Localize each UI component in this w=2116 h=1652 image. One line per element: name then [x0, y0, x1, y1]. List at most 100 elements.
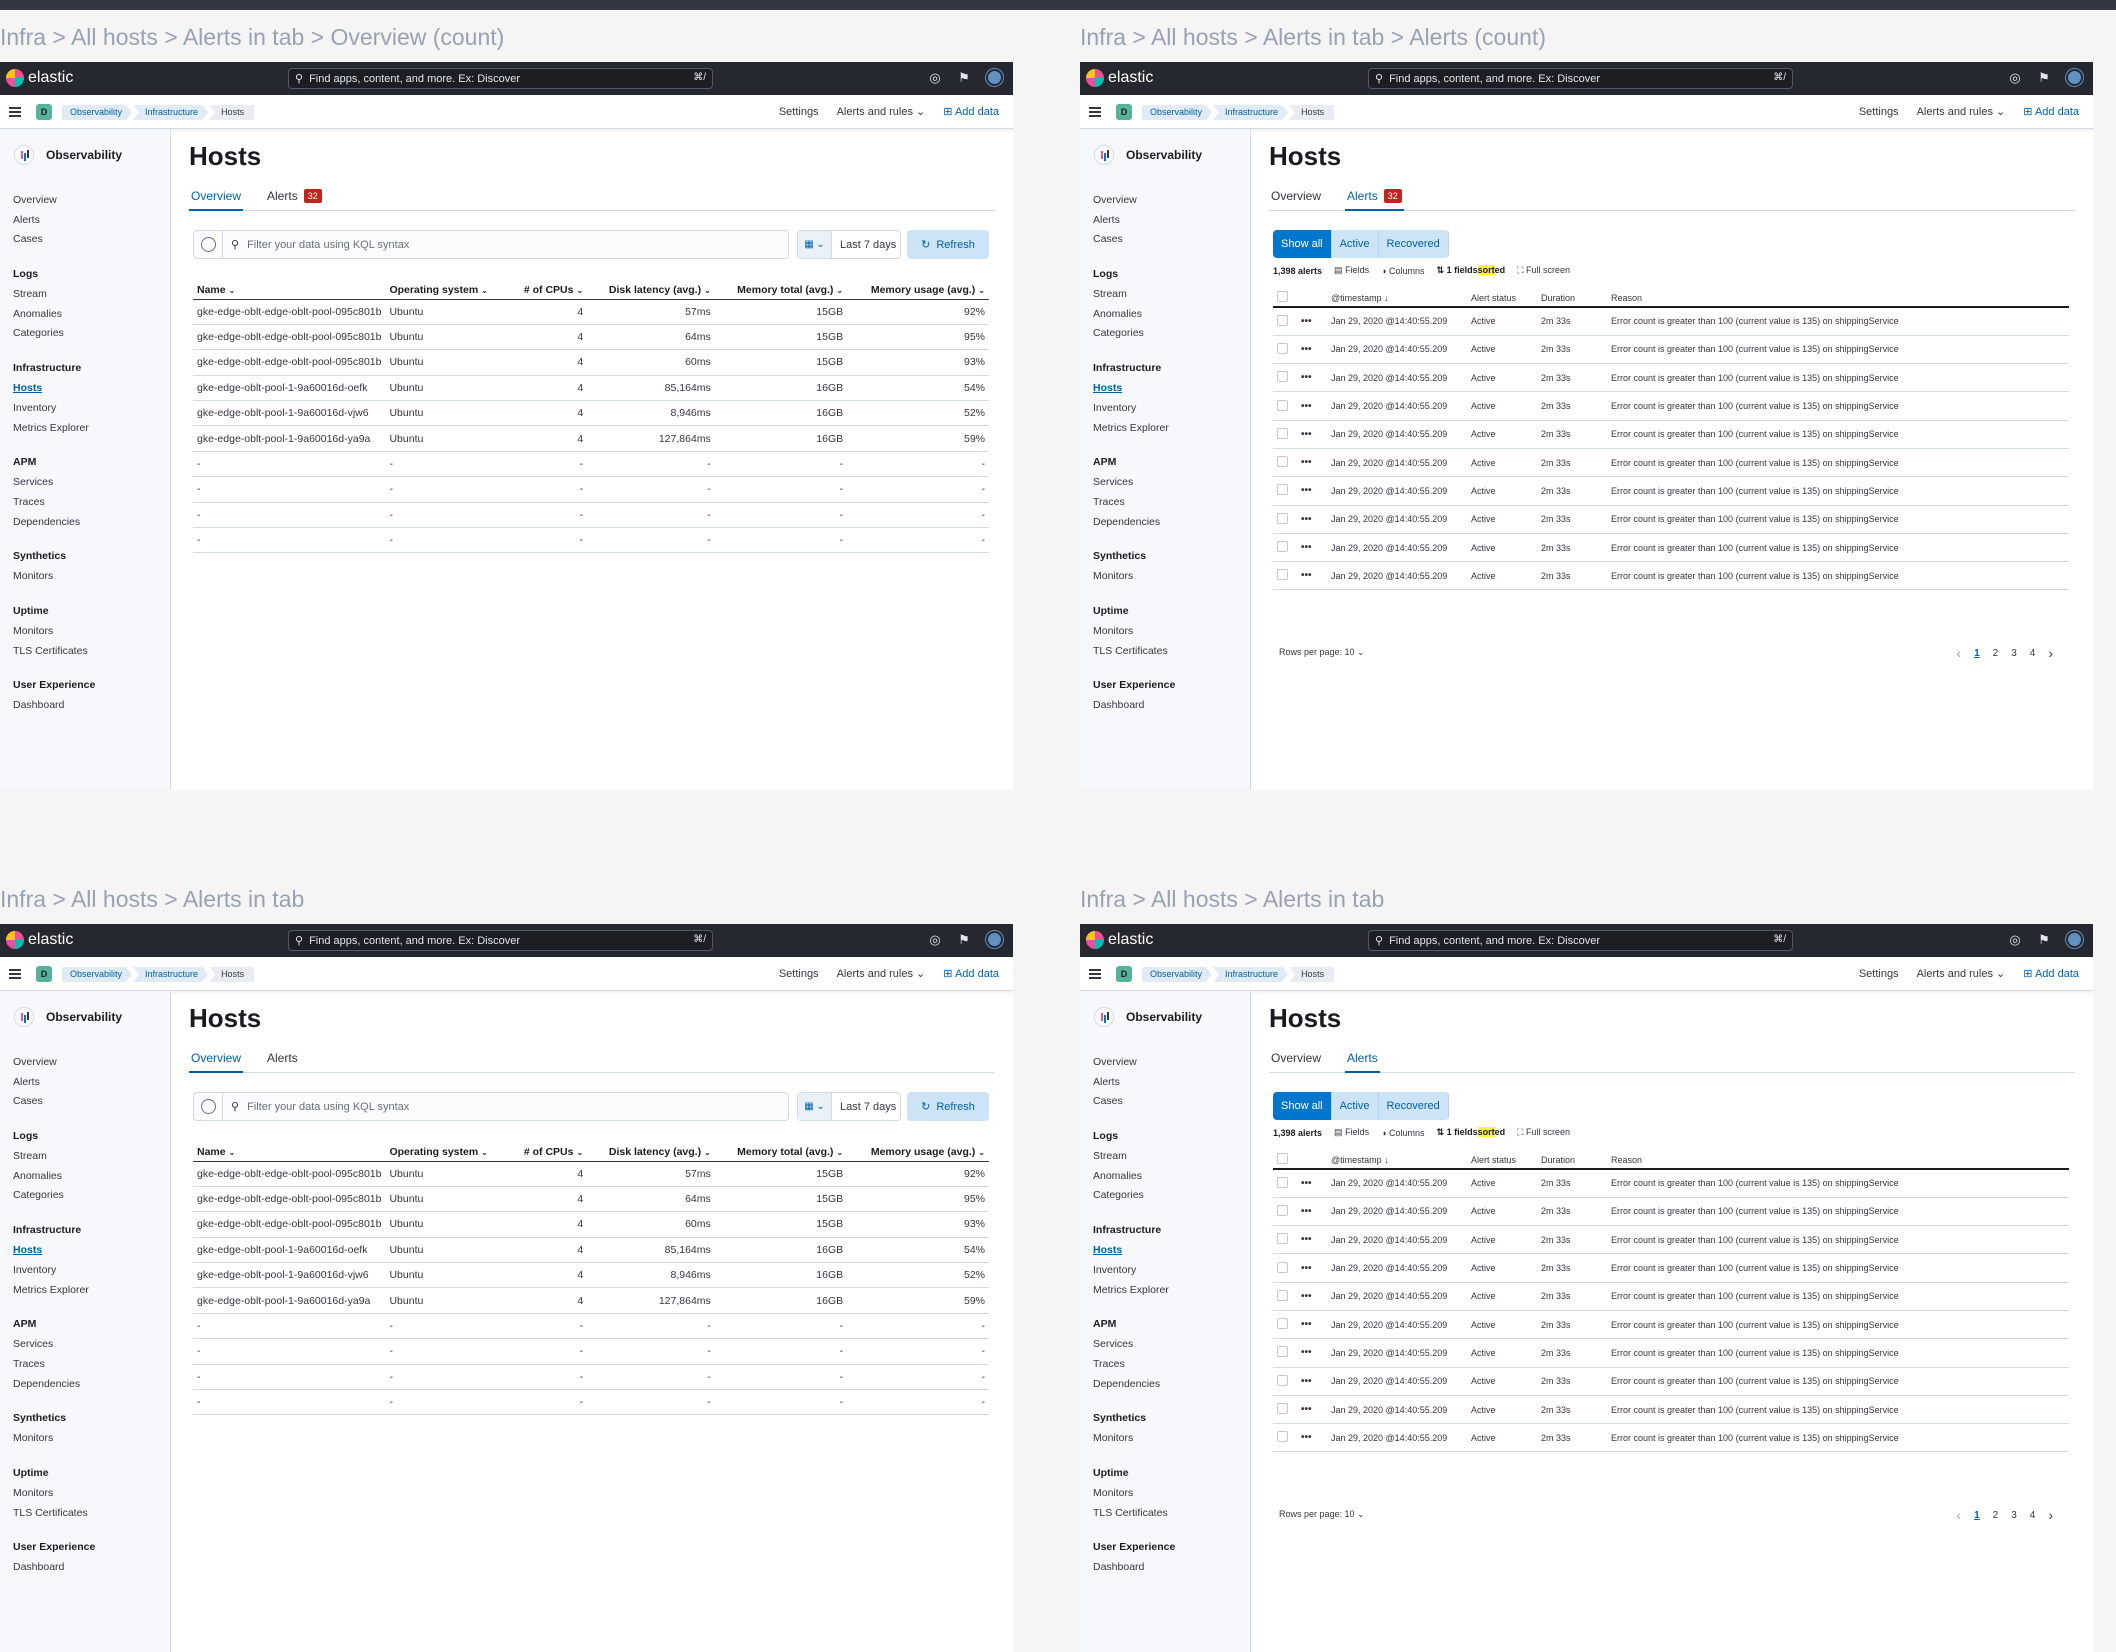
more-actions-icon[interactable]: •••	[1301, 1347, 1312, 1358]
filter-recovered-button[interactable]: Recovered	[1378, 230, 1449, 258]
sidebar-item[interactable]: Dependencies	[13, 513, 95, 533]
alert-reason-link[interactable]: Error count is greater than 100 (current…	[1607, 1282, 2069, 1311]
alert-reason-link[interactable]: Error count is greater than 100 (current…	[1607, 1253, 2069, 1283]
row-checkbox[interactable]	[1277, 1261, 1288, 1273]
filter-show-all-button[interactable]: Show all	[1273, 230, 1332, 258]
alert-reason-link[interactable]: Error count is greater than 100 (current…	[1607, 476, 2069, 506]
alert-reason-link[interactable]: Error count is greater than 100 (current…	[1607, 307, 2069, 336]
table-row[interactable]: gke-edge-oblt-pool-1-9a60016d-oefk Ubuntu…	[193, 1237, 989, 1264]
sidebar-item[interactable]: TLS Certificates	[1093, 642, 1175, 662]
column-header[interactable]: Memory total (avg.) ⌄	[714, 281, 848, 300]
alert-reason-link[interactable]: Error count is greater than 100 (current…	[1607, 1338, 2069, 1368]
sidebar-item[interactable]: TLS Certificates	[13, 642, 95, 662]
sort-button[interactable]: ⇅ 1 fieldssorted	[1437, 265, 1505, 276]
sidebar-item[interactable]: Inventory	[1093, 399, 1175, 419]
help-icon[interactable]: ◎	[2008, 70, 2022, 85]
table-row[interactable]: gke-edge-oblt-edge-oblt-pool-095c801b Ubu…	[193, 349, 989, 376]
page-link[interactable]: 3	[2011, 1510, 2017, 1521]
add-data-link[interactable]: ⊞ Add data	[2023, 967, 2079, 980]
sidebar-item[interactable]: Inventory	[13, 1261, 95, 1281]
more-actions-icon[interactable]: •••	[1301, 429, 1312, 440]
alert-reason-link[interactable]: Error count is greater than 100 (current…	[1607, 505, 2069, 534]
tab-overview[interactable]: Overview	[189, 181, 244, 211]
column-header[interactable]: Duration	[1537, 1151, 1607, 1170]
tab-overview[interactable]: Overview	[1269, 1043, 1323, 1073]
alert-reason-link[interactable]: Error count is greater than 100 (current…	[1607, 448, 2069, 478]
sidebar-item[interactable]: Overview	[1093, 1053, 1175, 1073]
breadcrumb-item[interactable]: Observability	[1142, 105, 1212, 120]
table-row[interactable]: ------	[193, 1389, 989, 1416]
sidebar-item[interactable]: Anomalies	[1093, 1167, 1175, 1187]
tab-alerts[interactable]: Alerts	[265, 1043, 300, 1073]
sidebar-item[interactable]: Stream	[1093, 285, 1175, 305]
global-search-input[interactable]: ⚲ Find apps, content, and more. Ex: Disco…	[288, 930, 713, 951]
more-actions-icon[interactable]: •••	[1301, 1432, 1312, 1443]
column-header[interactable]: Duration	[1537, 289, 1607, 308]
sidebar-item[interactable]: Inventory	[1093, 1261, 1175, 1281]
table-row[interactable]: ------	[193, 1313, 989, 1340]
table-row[interactable]: ------	[193, 502, 989, 529]
sidebar-item[interactable]: Overview	[1093, 191, 1175, 211]
column-header[interactable]: Operating system ⌄	[385, 281, 510, 300]
page-link[interactable]: 4	[2030, 1510, 2036, 1521]
add-data-link[interactable]: ⊞ Add data	[943, 105, 999, 118]
row-checkbox[interactable]	[1277, 1204, 1288, 1216]
sidebar-item[interactable]: Services	[13, 1335, 95, 1355]
sidebar-item[interactable]: Hosts	[13, 1241, 95, 1261]
page-link[interactable]: 3	[2011, 648, 2017, 659]
row-checkbox[interactable]	[1277, 1233, 1288, 1245]
alert-reason-link[interactable]: Error count is greater than 100 (current…	[1607, 1197, 2069, 1227]
columns-button[interactable]: ◑ Columns	[1381, 1128, 1424, 1138]
breadcrumb-item[interactable]: Infrastructure	[1213, 105, 1288, 120]
tab-overview[interactable]: Overview	[1269, 181, 1323, 211]
row-checkbox[interactable]	[1277, 484, 1288, 496]
table-row[interactable]: ------	[193, 1364, 989, 1391]
elastic-logo[interactable]: elastic	[6, 931, 73, 949]
sidebar-item[interactable]: Traces	[1093, 1355, 1175, 1375]
breadcrumb-item[interactable]: Observability	[62, 105, 132, 120]
row-checkbox[interactable]	[1277, 399, 1288, 411]
previous-page-icon[interactable]: ‹	[1956, 645, 1961, 661]
row-checkbox[interactable]	[1277, 371, 1288, 383]
sidebar-item[interactable]: Cases	[13, 230, 95, 250]
breadcrumb-item[interactable]: Observability	[62, 967, 132, 982]
menu-toggle-icon[interactable]	[1089, 969, 1101, 979]
sidebar-item[interactable]: Monitors	[1093, 622, 1175, 642]
table-row[interactable]: gke-edge-oblt-pool-1-9a60016d-ya9a Ubuntu…	[193, 425, 989, 452]
sidebar-item[interactable]: Dependencies	[1093, 513, 1175, 533]
refresh-button[interactable]: ↻ Refresh	[907, 230, 989, 259]
sidebar-item[interactable]: Dashboard	[1093, 696, 1175, 716]
sidebar-item[interactable]: Cases	[1093, 230, 1175, 250]
newsfeed-icon[interactable]: ⚑	[957, 932, 971, 947]
table-row[interactable]: ------	[193, 1338, 989, 1365]
sidebar-item[interactable]: Metrics Explorer	[1093, 419, 1175, 439]
sidebar-item[interactable]: Alerts	[13, 1073, 95, 1093]
sidebar-item[interactable]: Traces	[13, 493, 95, 513]
sidebar-item[interactable]: Anomalies	[1093, 305, 1175, 325]
next-page-icon[interactable]: ›	[2048, 1507, 2053, 1523]
alert-reason-link[interactable]: Error count is greater than 100 (current…	[1607, 533, 2069, 563]
elastic-logo[interactable]: elastic	[1086, 69, 1153, 87]
menu-toggle-icon[interactable]	[9, 969, 21, 979]
settings-link[interactable]: Settings	[779, 106, 819, 118]
filter-recovered-button[interactable]: Recovered	[1378, 1092, 1449, 1120]
user-avatar[interactable]	[986, 931, 1003, 948]
elastic-logo[interactable]: elastic	[1086, 931, 1153, 949]
alert-reason-link[interactable]: Error count is greater than 100 (current…	[1607, 561, 2069, 591]
more-actions-icon[interactable]: •••	[1301, 316, 1312, 327]
sidebar-item[interactable]: Monitors	[13, 1429, 95, 1449]
sort-button[interactable]: ⇅ 1 fieldssorted	[1437, 1127, 1505, 1138]
column-header[interactable]: Operating system ⌄	[385, 1143, 510, 1162]
row-checkbox[interactable]	[1277, 1318, 1288, 1330]
sidebar-item[interactable]: Metrics Explorer	[13, 1281, 95, 1301]
calendar-icon[interactable]: ▦ ⌄	[798, 1093, 832, 1120]
sidebar-item[interactable]: Alerts	[1093, 1073, 1175, 1093]
sidebar-item[interactable]: TLS Certificates	[1093, 1504, 1175, 1524]
page-link[interactable]: 1	[1974, 1510, 1980, 1521]
sidebar-item[interactable]: Cases	[1093, 1092, 1175, 1112]
sidebar-item[interactable]: Categories	[13, 324, 95, 344]
more-actions-icon[interactable]: •••	[1301, 1178, 1312, 1189]
sidebar-item[interactable]: Overview	[13, 1053, 95, 1073]
sidebar-item[interactable]: Monitors	[13, 567, 95, 587]
sidebar-item[interactable]: Traces	[1093, 493, 1175, 513]
